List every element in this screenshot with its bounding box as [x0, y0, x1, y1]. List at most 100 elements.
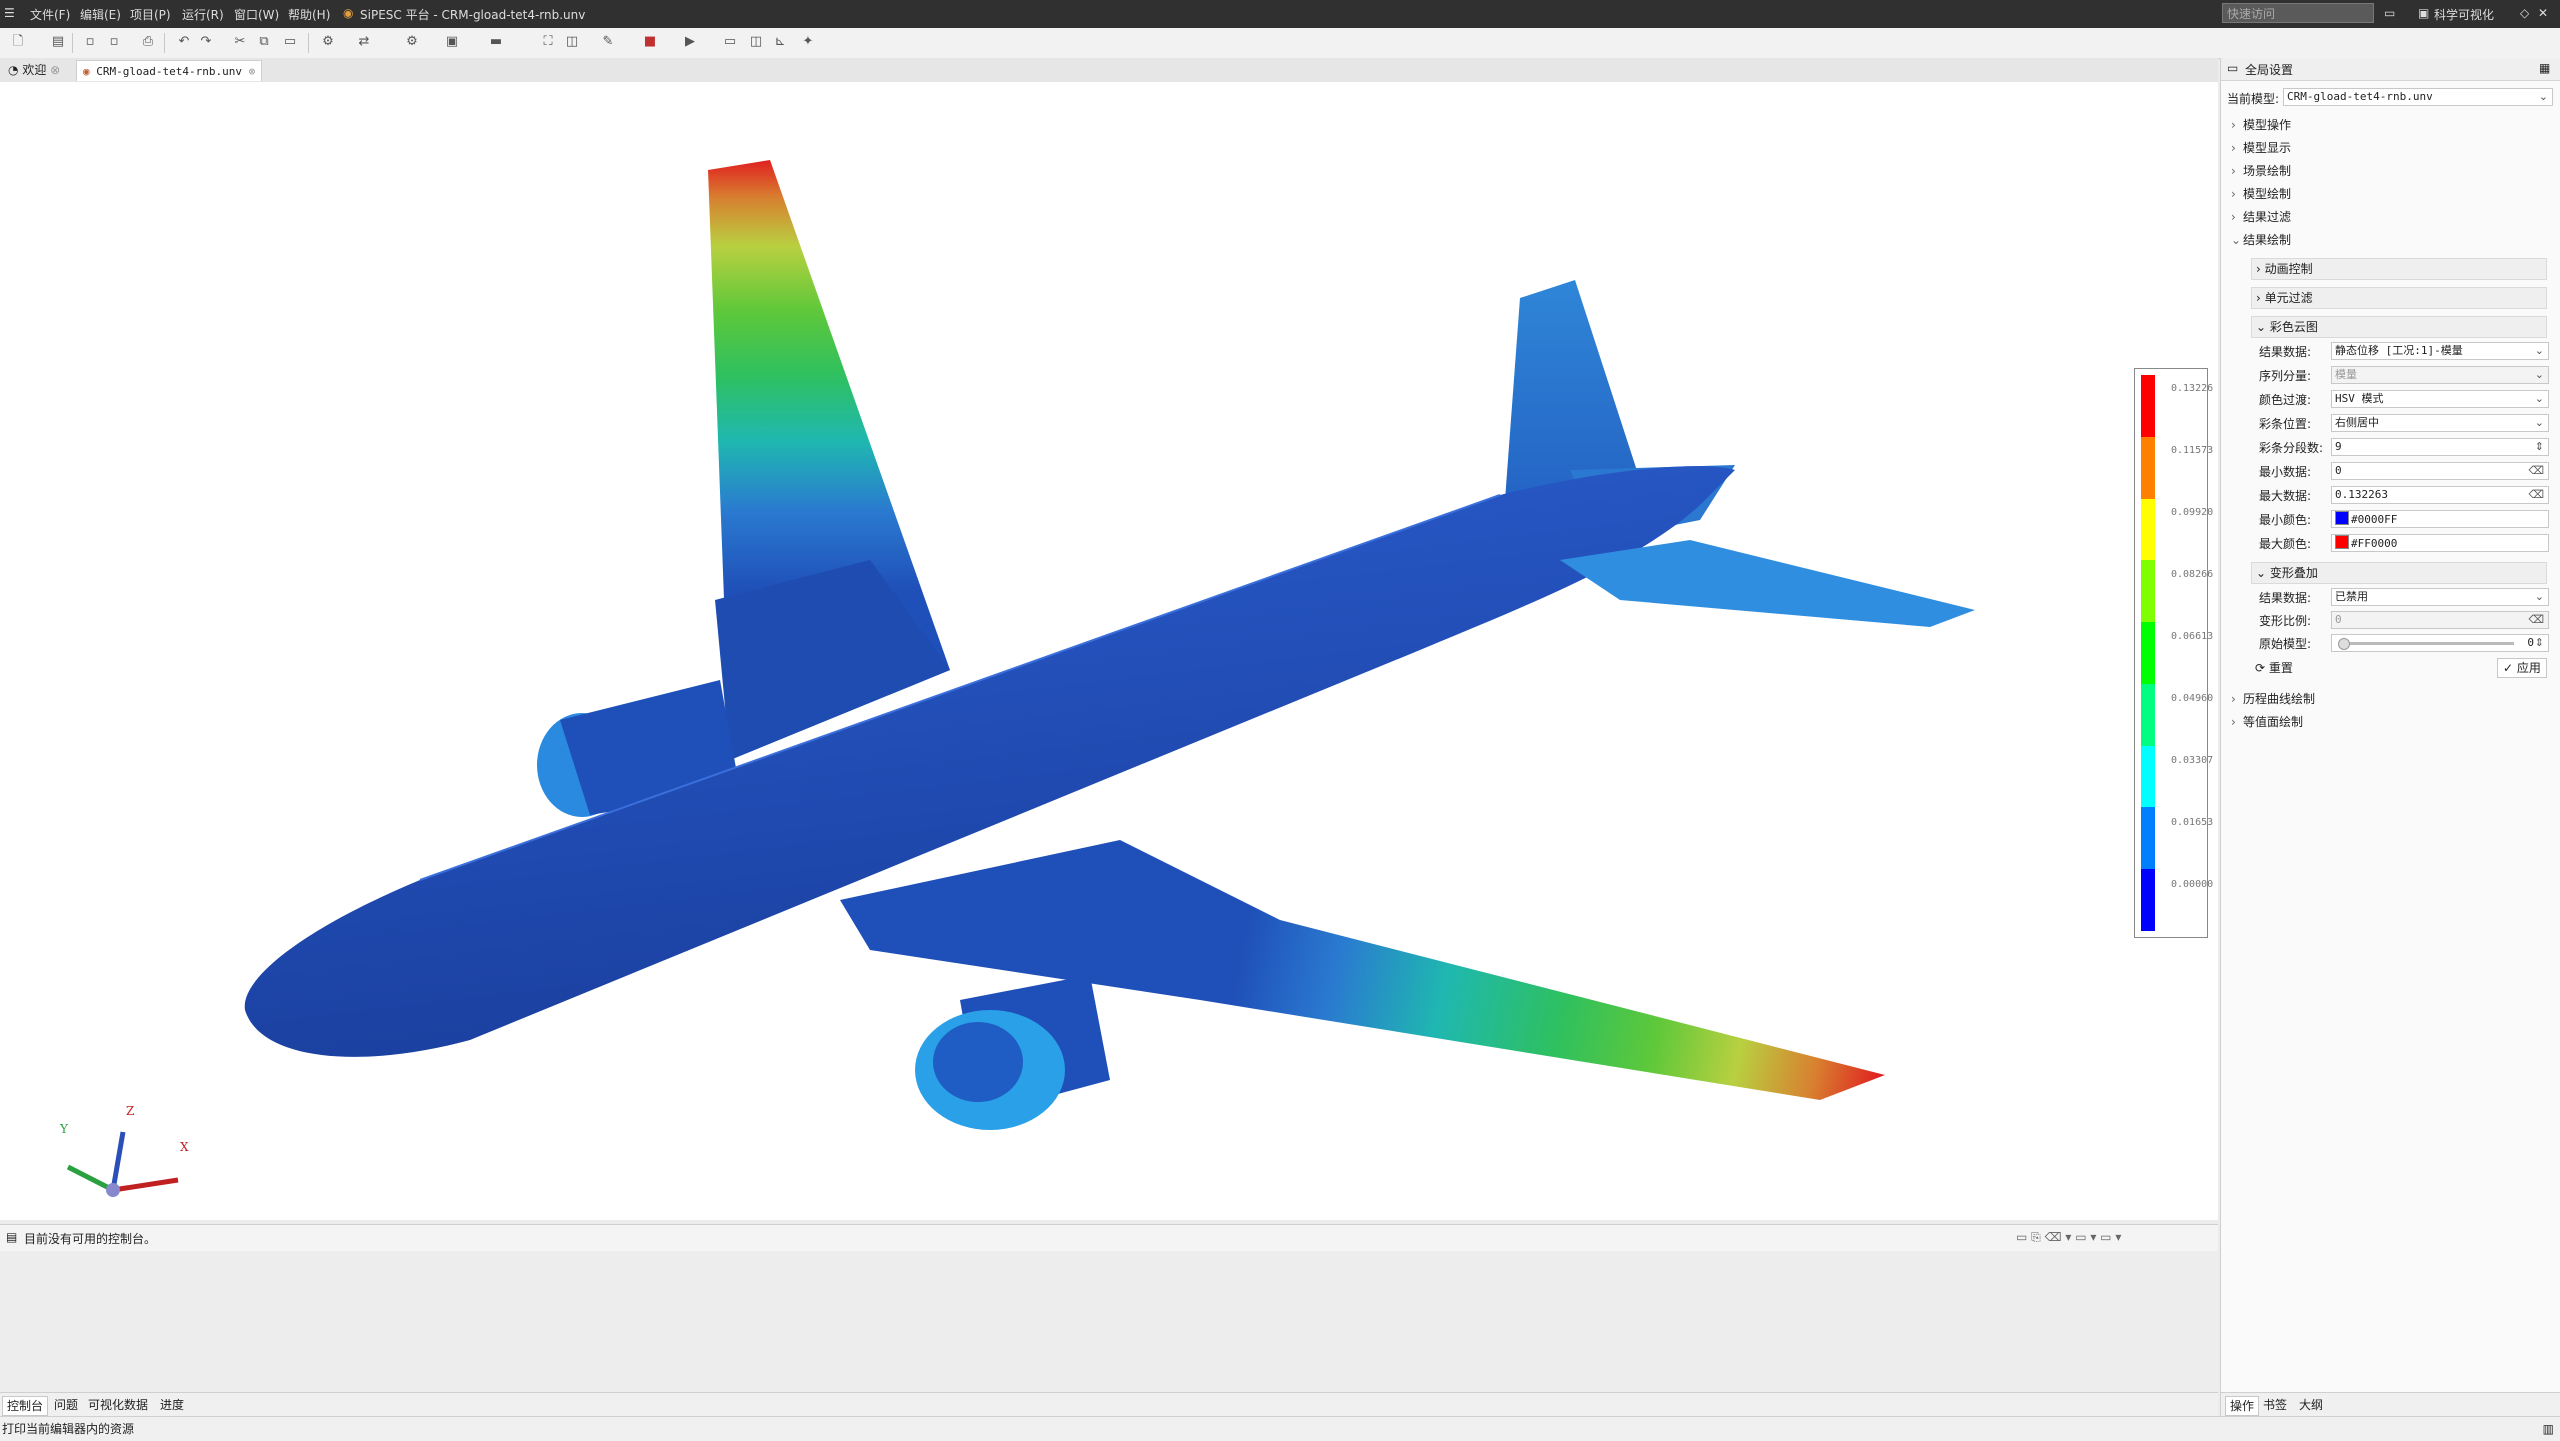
menu-help[interactable]: 帮助(H) [288, 6, 330, 23]
console-toolbar-icon[interactable]: ▭ ⎘ ⌫ ▾ ▭ ▾ ▭ ▾ [2016, 1230, 2121, 1245]
tab-problems[interactable]: 问题 [50, 1396, 82, 1414]
axes-icon[interactable]: ⊾ [772, 34, 788, 50]
pin-icon[interactable]: ✦ [800, 34, 816, 50]
save-all-icon[interactable]: ▫ [106, 34, 122, 50]
diamond-icon[interactable]: ◇ [2520, 6, 2529, 20]
slider-thumb[interactable] [2338, 638, 2350, 650]
hamburger-menu-icon[interactable]: ☰ [4, 6, 15, 20]
tab-console[interactable]: 控制台 [2, 1396, 49, 1416]
menu-project[interactable]: 项目(P) [130, 6, 171, 23]
tree-item[interactable]: › 结果过滤 [2231, 208, 2291, 225]
tree-item[interactable]: › 场景绘制 [2231, 162, 2291, 179]
group-element-filter[interactable]: › 单元过滤 [2251, 287, 2547, 309]
brush-icon[interactable]: ✎ [600, 34, 616, 50]
dropdown-icon[interactable]: ⌄ [2535, 589, 2544, 605]
model-file-icon: ◉ [83, 65, 90, 78]
legend-colorbar [2141, 375, 2155, 931]
group-deform[interactable]: ⌄ 变形叠加 [2251, 562, 2547, 584]
menu-edit[interactable]: 编辑(E) [80, 6, 121, 23]
dropdown-icon[interactable]: ⌄ [2535, 415, 2544, 431]
axis-z-label: Z [126, 1104, 135, 1118]
apply-button[interactable]: ✓ 应用 [2497, 658, 2547, 678]
field-select-disabled[interactable]: 模量 ⌄ [2331, 366, 2549, 384]
redo-icon[interactable]: ↷ [198, 34, 214, 50]
paste-icon[interactable]: ▭ [282, 34, 298, 50]
field-slider[interactable]: 0 ⇕ [2331, 634, 2549, 652]
clear-icon[interactable]: ⌫ [2528, 612, 2544, 628]
reset-button[interactable]: ⟳ 重置 [2255, 658, 2315, 678]
display-icon[interactable]: ▬ [488, 34, 504, 50]
tab-vis-data[interactable]: 可视化数据 [84, 1396, 152, 1414]
tree-item[interactable]: ⌄ 结果绘制 [2231, 231, 2291, 248]
spinner-icon[interactable]: ⇕ [2535, 635, 2544, 651]
field-clear[interactable]: 0.132263 ⌫ [2331, 486, 2549, 504]
field-select[interactable]: 静态位移 [工况:1]-模量 ⌄ [2331, 342, 2549, 360]
tab-bookmarks[interactable]: 书签 [2259, 1396, 2291, 1414]
legend-tick-label: 0.00000 [2171, 879, 2214, 890]
clear-icon[interactable]: ⌫ [2528, 487, 2544, 503]
split-view-icon[interactable]: ◫ [748, 34, 764, 50]
close-tab-icon[interactable]: ⊗ [50, 63, 60, 77]
panel-menu-icon[interactable]: ▦ [2539, 61, 2550, 75]
tree-item-label: 等值面绘制 [2243, 715, 2304, 729]
new-file-icon[interactable]: 🗋 [10, 34, 26, 50]
field-label: 原始模型: [2259, 637, 2312, 651]
viewport-3d[interactable]: Z X Y [0, 82, 2218, 1220]
close-tab-icon[interactable]: ⊗ [249, 65, 256, 78]
tab-operations[interactable]: 操作 [2225, 1396, 2260, 1416]
layout-icon[interactable]: ◫ [564, 34, 580, 50]
print-icon[interactable]: ⎙ [140, 34, 156, 50]
copy-icon[interactable]: ⧉ [256, 34, 272, 50]
aircraft-model[interactable] [0, 82, 2218, 1220]
fit-view-icon[interactable]: ⛶ [540, 34, 556, 50]
tree-item[interactable]: › 模型绘制 [2231, 185, 2291, 202]
cut-icon[interactable]: ✂ [232, 34, 248, 50]
current-model-select[interactable]: CRM-gload-tet4-rnb.unv ⌄ [2283, 88, 2553, 106]
field-select[interactable]: 右侧居中 ⌄ [2331, 414, 2549, 432]
field-color[interactable]: #FF0000 [2331, 534, 2549, 552]
group-animation[interactable]: › 动画控制 [2251, 258, 2547, 280]
field-clear[interactable]: 0 ⌫ [2331, 462, 2549, 480]
save-icon[interactable]: ▫ [82, 34, 98, 50]
dropdown-icon[interactable]: ⌄ [2535, 343, 2544, 359]
field-color[interactable]: #0000FF [2331, 510, 2549, 528]
toolbar-separator [308, 33, 309, 53]
open-icon[interactable]: ▤ [50, 34, 66, 50]
tab-welcome[interactable]: ◔ 欢迎 ⊗ [2, 60, 66, 81]
tree-item[interactable]: › 等值面绘制 [2231, 713, 2303, 730]
close-icon[interactable]: ✕ [2538, 6, 2548, 20]
menu-window[interactable]: 窗口(W) [234, 6, 279, 23]
tree-item[interactable]: › 历程曲线绘制 [2231, 690, 2315, 707]
tree-item[interactable]: › 模型显示 [2231, 139, 2291, 156]
spinner-icon[interactable]: ⇕ [2535, 439, 2544, 455]
field-select[interactable]: HSV 模式 ⌄ [2331, 390, 2549, 408]
window-title: SiPESC 平台 - CRM-gload-tet4-rnb.unv [360, 8, 586, 22]
open-perspective-icon[interactable]: ▭ [2384, 6, 2395, 20]
clear-icon[interactable]: ⌫ [2528, 463, 2544, 479]
group-contour[interactable]: ⌄ 彩色云图 [2251, 316, 2547, 338]
field-clear-disabled[interactable]: 0 ⌫ [2331, 611, 2549, 629]
dropdown-icon[interactable]: ⌄ [2535, 367, 2544, 383]
slider-track[interactable] [2344, 642, 2514, 645]
undo-icon[interactable]: ↶ [176, 34, 192, 50]
perspective-label[interactable]: 科学可视化 [2434, 6, 2494, 23]
dropdown-icon[interactable]: ⌄ [2535, 391, 2544, 407]
tree-item[interactable]: › 模型操作 [2231, 116, 2291, 133]
gear-icon[interactable]: ⚙ [404, 34, 420, 50]
quick-access-input[interactable]: 快速访问 [2222, 3, 2374, 23]
color-icon[interactable]: ■ [642, 34, 658, 50]
play-icon[interactable]: ▶ [682, 34, 698, 50]
field-label: 序列分量: [2259, 369, 2312, 383]
menu-file[interactable]: 文件(F) [30, 6, 70, 23]
tab-model[interactable]: ◉ CRM-gload-tet4-rnb.unv ⊗ [76, 60, 263, 81]
tab-outline[interactable]: 大纲 [2295, 1396, 2327, 1414]
tab-progress[interactable]: 进度 [156, 1396, 188, 1414]
view-icon[interactable]: ▣ [444, 34, 460, 50]
menu-run[interactable]: 运行(R) [182, 6, 224, 23]
menu-bar: ☰ 文件(F) 编辑(E) 项目(P) 运行(R) 窗口(W) 帮助(H) ◉ … [0, 0, 2560, 28]
field-spin[interactable]: 9 ⇕ [2331, 438, 2549, 456]
transfer-icon[interactable]: ⇄ [356, 34, 372, 50]
settings-icon[interactable]: ⚙ [320, 34, 336, 50]
toggle-icon[interactable]: ▭ [722, 34, 738, 50]
field-select[interactable]: 已禁用 ⌄ [2331, 588, 2549, 606]
